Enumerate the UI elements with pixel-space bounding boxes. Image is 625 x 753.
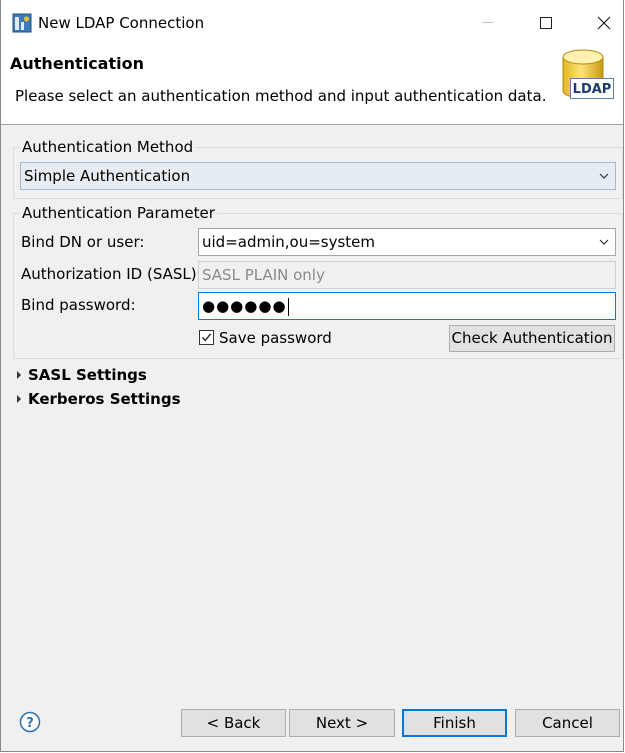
auth-method-select[interactable]: Simple Authentication [20,162,616,190]
sasl-settings-section[interactable]: SASL Settings [17,365,147,385]
save-password-checkbox[interactable] [199,330,214,345]
title-bar: New LDAP Connection [1,0,623,44]
expand-arrow-icon [17,394,21,403]
finish-button[interactable]: Finish [402,709,507,737]
window-title: New LDAP Connection [38,14,205,32]
kerberos-settings-section[interactable]: Kerberos Settings [17,389,181,409]
bind-password-value: ●●●●●● [202,297,287,315]
ldap-logo-label: LDAP [570,78,614,99]
sasl-authz-label: Authorization ID (SASL): [21,265,202,283]
sasl-settings-label: SASL Settings [28,366,147,384]
wizard-content: Authentication Method Simple Authenticat… [1,125,623,695]
bind-dn-label: Bind DN or user: [21,233,145,251]
minimize-icon [482,22,493,23]
auth-method-group-label: Authentication Method [20,137,196,157]
auth-param-group-label: Authentication Parameter [20,203,217,223]
page-title: Authentication [10,54,144,73]
sasl-authz-input: SASL PLAIN only [198,261,616,289]
close-button[interactable] [574,0,623,44]
minimize-button[interactable] [458,0,516,44]
maximize-button[interactable] [516,0,574,44]
bind-dn-combo[interactable]: uid=admin,ou=system [198,228,616,256]
cancel-button[interactable]: Cancel [515,709,620,737]
bind-password-input[interactable]: ●●●●●● [198,292,616,320]
chevron-down-icon [599,239,609,245]
bind-dn-value: uid=admin,ou=system [202,233,376,251]
chevron-down-icon [599,173,609,179]
text-caret [287,297,289,316]
sasl-authz-placeholder: SASL PLAIN only [202,266,325,284]
auth-method-value: Simple Authentication [24,167,191,185]
checkmark-icon [202,333,212,342]
help-icon[interactable]: ? [19,711,41,733]
back-button[interactable]: < Back [181,709,286,737]
ldap-connection-icon [12,13,32,33]
new-ldap-connection-dialog: New LDAP Connection Authentication Pleas… [0,0,624,752]
kerberos-settings-label: Kerberos Settings [28,390,181,408]
bind-password-label: Bind password: [21,296,136,314]
save-password-label[interactable]: Save password [219,328,332,348]
close-icon [597,16,611,30]
svg-text:?: ? [26,716,34,731]
wizard-footer: ? < Back Next > Finish Cancel [1,695,623,751]
maximize-icon [540,17,552,29]
page-description: Please select an authentication method a… [15,87,547,105]
expand-arrow-icon [17,370,21,379]
check-authentication-button[interactable]: Check Authentication [449,325,615,352]
wizard-header: Authentication Please select an authenti… [1,44,623,125]
next-button[interactable]: Next > [289,709,395,737]
